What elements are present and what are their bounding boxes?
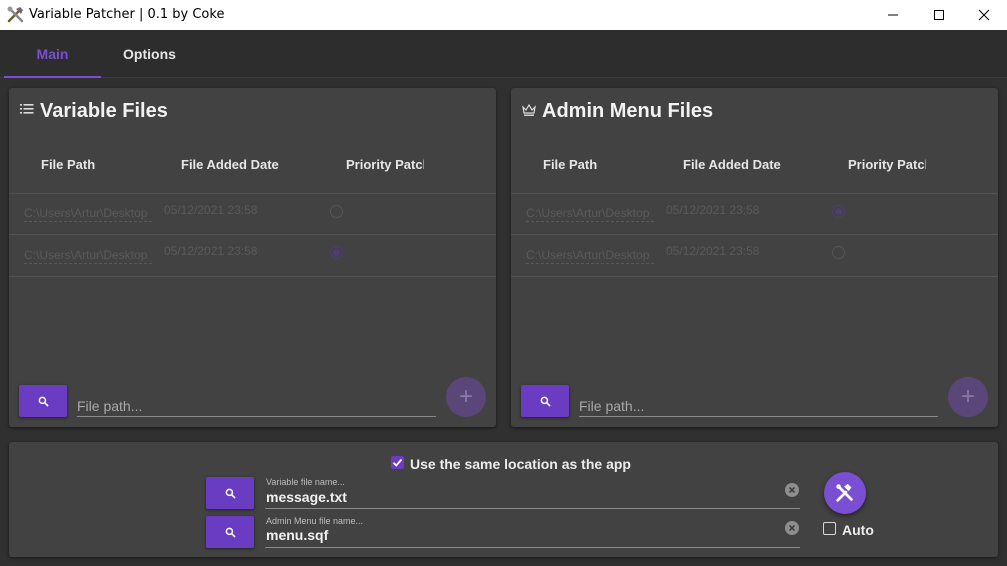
- minimize-button[interactable]: [870, 0, 916, 30]
- auto-label[interactable]: Auto: [842, 522, 874, 538]
- column-header-file-added-date[interactable]: File Added Date: [181, 157, 279, 172]
- column-header-file-path[interactable]: File Path: [543, 157, 597, 172]
- row-divider: [511, 276, 998, 277]
- clear-icon[interactable]: [785, 483, 799, 497]
- card-title: Admin Menu Files: [542, 100, 714, 122]
- column-header-file-path[interactable]: File Path: [41, 157, 95, 172]
- search-icon: [38, 396, 49, 407]
- clear-icon[interactable]: [785, 521, 799, 535]
- file-path-cell[interactable]: C:\Users\Artur\Desktop: [24, 206, 152, 222]
- patch-settings-panel: Use the same location as the app Variabl…: [9, 442, 998, 557]
- column-header-priority-patch[interactable]: Priority Patch: [346, 157, 424, 172]
- variable-file-name-input[interactable]: message.txt: [266, 489, 347, 505]
- same-location-checkbox[interactable]: [391, 456, 404, 469]
- add-variable-file-button[interactable]: +: [446, 377, 486, 417]
- plus-icon: +: [458, 383, 473, 410]
- auto-checkbox[interactable]: [823, 522, 836, 535]
- close-button[interactable]: [961, 0, 1007, 30]
- field-underline: [265, 508, 800, 509]
- tools-icon: [7, 6, 24, 23]
- maximize-icon: [934, 10, 944, 20]
- crown-icon: [522, 103, 536, 116]
- plus-icon: +: [960, 383, 975, 410]
- variable-files-card: Variable Files File Path File Added Date…: [9, 88, 496, 427]
- card-title: Variable Files: [40, 100, 168, 122]
- search-icon: [225, 488, 236, 499]
- check-icon: [392, 458, 403, 467]
- tab-options[interactable]: Options: [101, 30, 198, 78]
- file-date-cell: 05/12/2021 23:58: [164, 203, 258, 217]
- browse-variable-name-button[interactable]: [206, 477, 254, 509]
- admin-file-path-input[interactable]: [579, 387, 938, 417]
- active-tab-indicator: [4, 76, 101, 78]
- browse-admin-name-button[interactable]: [206, 516, 254, 548]
- row-divider: [511, 234, 998, 235]
- tab-bar: Main Options: [0, 30, 1007, 78]
- browse-variable-file-button[interactable]: [19, 385, 67, 417]
- window-title: Variable Patcher | 0.1 by Coke: [29, 7, 225, 22]
- file-path-cell[interactable]: C:\Users\Artur\Desktop: [526, 206, 654, 222]
- priority-radio[interactable]: [330, 246, 343, 259]
- table-divider: [511, 193, 998, 194]
- file-path-cell[interactable]: C:\Users\Artur\Desktop: [526, 248, 654, 264]
- tab-main[interactable]: Main: [4, 30, 101, 78]
- search-icon: [540, 396, 551, 407]
- minimize-icon: [888, 14, 898, 16]
- browse-admin-file-button[interactable]: [521, 385, 569, 417]
- search-icon: [225, 527, 236, 538]
- column-header-priority-patch[interactable]: Priority Patch: [848, 157, 926, 172]
- title-bar: Variable Patcher | 0.1 by Coke: [0, 0, 1007, 30]
- add-admin-file-button[interactable]: +: [948, 377, 988, 417]
- close-icon: [978, 9, 990, 21]
- priority-radio[interactable]: [832, 205, 845, 218]
- maximize-button[interactable]: [916, 0, 962, 30]
- admin-menu-file-name-label: Admin Menu file name...: [266, 516, 364, 526]
- same-location-label[interactable]: Use the same location as the app: [410, 456, 631, 472]
- row-divider: [9, 234, 496, 235]
- table-divider: [9, 193, 496, 194]
- priority-radio[interactable]: [832, 246, 845, 259]
- file-path-cell[interactable]: C:\Users\Artur\Desktop: [24, 248, 152, 264]
- column-header-file-added-date[interactable]: File Added Date: [683, 157, 781, 172]
- tools-icon: [836, 483, 853, 502]
- file-date-cell: 05/12/2021 23:58: [164, 244, 258, 258]
- variable-file-name-label: Variable file name...: [266, 477, 345, 487]
- file-date-cell: 05/12/2021 23:58: [666, 244, 760, 258]
- file-date-cell: 05/12/2021 23:58: [666, 203, 760, 217]
- admin-menu-files-card: Admin Menu Files File Path File Added Da…: [511, 88, 998, 427]
- priority-radio[interactable]: [330, 205, 343, 218]
- variable-file-path-input[interactable]: [77, 387, 436, 417]
- patch-button[interactable]: [824, 472, 866, 514]
- row-divider: [9, 276, 496, 277]
- list-icon: [20, 104, 34, 114]
- field-underline: [265, 547, 800, 548]
- admin-menu-file-name-input[interactable]: menu.sqf: [266, 527, 328, 543]
